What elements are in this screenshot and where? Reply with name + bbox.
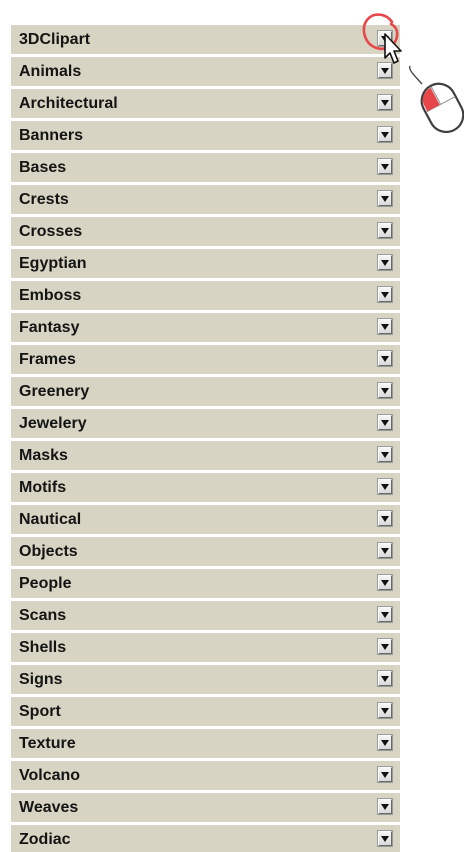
category-row-volcano[interactable]: Volcano	[11, 761, 400, 790]
category-row-frames[interactable]: Frames	[11, 345, 400, 374]
category-row-people[interactable]: People	[11, 569, 400, 598]
chevron-down-icon[interactable]	[378, 415, 392, 430]
category-row-sport[interactable]: Sport	[11, 697, 400, 726]
category-row-weaves[interactable]: Weaves	[11, 793, 400, 822]
category-label: Masks	[19, 447, 68, 464]
category-row-jewelery[interactable]: Jewelery	[11, 409, 400, 438]
category-list: 3DClipart Animals Architectural Banners …	[11, 25, 400, 852]
category-label: Texture	[19, 735, 76, 752]
category-row-banners[interactable]: Banners	[11, 121, 400, 150]
category-row-shells[interactable]: Shells	[11, 633, 400, 662]
category-row-architectural[interactable]: Architectural	[11, 89, 400, 118]
category-row-greenery[interactable]: Greenery	[11, 377, 400, 406]
mouse-left-click-icon	[409, 65, 464, 134]
category-label: 3DClipart	[19, 31, 91, 48]
chevron-down-icon[interactable]	[378, 287, 392, 302]
chevron-down-icon[interactable]	[378, 703, 392, 718]
chevron-down-icon[interactable]	[378, 383, 392, 398]
category-row-emboss[interactable]: Emboss	[11, 281, 400, 310]
category-row-crests[interactable]: Crests	[11, 185, 400, 214]
chevron-down-icon[interactable]	[378, 831, 392, 846]
chevron-down-icon[interactable]	[378, 575, 392, 590]
category-label: Emboss	[19, 287, 82, 304]
chevron-down-icon[interactable]	[378, 607, 392, 622]
chevron-down-icon[interactable]	[378, 319, 392, 334]
category-row-scans[interactable]: Scans	[11, 601, 400, 630]
category-row-fantasy[interactable]: Fantasy	[11, 313, 400, 342]
category-row-objects[interactable]: Objects	[11, 537, 400, 566]
category-label: Zodiac	[19, 831, 71, 848]
category-label: People	[19, 575, 72, 592]
category-row-egyptian[interactable]: Egyptian	[11, 249, 400, 278]
category-label: Scans	[19, 607, 67, 624]
category-row-nautical[interactable]: Nautical	[11, 505, 400, 534]
category-label: Crests	[19, 191, 69, 208]
category-row-zodiac[interactable]: Zodiac	[11, 825, 400, 852]
category-label: Bases	[19, 159, 67, 176]
chevron-down-icon[interactable]	[378, 351, 392, 366]
category-row-3dclipart[interactable]: 3DClipart	[11, 25, 400, 54]
category-row-crosses[interactable]: Crosses	[11, 217, 400, 246]
chevron-down-icon[interactable]	[378, 447, 392, 462]
category-label: Egyptian	[19, 255, 87, 272]
category-label: Sport	[19, 703, 61, 720]
chevron-down-icon[interactable]	[378, 799, 392, 814]
category-row-signs[interactable]: Signs	[11, 665, 400, 694]
chevron-down-icon[interactable]	[378, 127, 392, 142]
category-label: Frames	[19, 351, 76, 368]
category-label: Architectural	[19, 95, 118, 112]
category-row-texture[interactable]: Texture	[11, 729, 400, 758]
chevron-down-icon[interactable]	[378, 191, 392, 206]
chevron-down-icon[interactable]	[378, 223, 392, 238]
chevron-down-icon[interactable]	[378, 63, 392, 78]
chevron-down-icon[interactable]	[378, 735, 392, 750]
category-label: Shells	[19, 639, 67, 656]
chevron-down-icon[interactable]	[378, 639, 392, 654]
category-label: Greenery	[19, 383, 90, 400]
chevron-down-icon[interactable]	[378, 511, 392, 526]
chevron-down-icon[interactable]	[378, 159, 392, 174]
category-label: Jewelery	[19, 415, 87, 432]
category-label: Objects	[19, 543, 78, 560]
category-label: Animals	[19, 63, 82, 80]
category-row-masks[interactable]: Masks	[11, 441, 400, 470]
category-label: Crosses	[19, 223, 83, 240]
chevron-down-icon[interactable]	[378, 255, 392, 270]
category-label: Motifs	[19, 479, 67, 496]
chevron-down-icon[interactable]	[378, 31, 392, 46]
category-label: Volcano	[19, 767, 81, 784]
category-label: Fantasy	[19, 319, 80, 336]
category-label: Signs	[19, 671, 63, 688]
clipart-category-panel: 3DClipart Animals Architectural Banners …	[0, 0, 464, 852]
category-label: Weaves	[19, 799, 79, 816]
chevron-down-icon[interactable]	[378, 671, 392, 686]
chevron-down-icon[interactable]	[378, 543, 392, 558]
category-label: Nautical	[19, 511, 82, 528]
category-label: Banners	[19, 127, 84, 144]
chevron-down-icon[interactable]	[378, 479, 392, 494]
chevron-down-icon[interactable]	[378, 95, 392, 110]
category-row-motifs[interactable]: Motifs	[11, 473, 400, 502]
category-row-animals[interactable]: Animals	[11, 57, 400, 86]
chevron-down-icon[interactable]	[378, 767, 392, 782]
category-row-bases[interactable]: Bases	[11, 153, 400, 182]
